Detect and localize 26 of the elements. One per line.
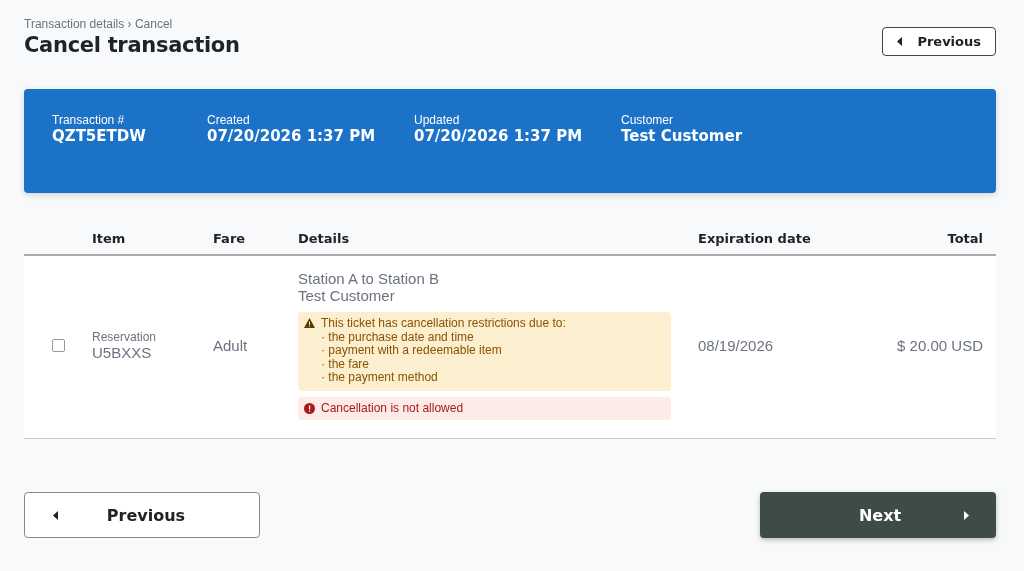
alert-text: This ticket has cancellation restrictions due to: — [321, 317, 566, 331]
alert-item: · payment with a redeemable item — [321, 344, 502, 358]
summary-value: Test Customer — [621, 127, 743, 145]
route-text: Station A to Station B — [298, 270, 439, 287]
summary-label: Transaction # — [52, 113, 125, 127]
total-cell: $ 20.00 USD — [897, 336, 983, 354]
alert-item: · the fare — [321, 357, 370, 371]
customer-text: Test Customer — [298, 287, 395, 304]
page-title: Cancel transaction — [24, 33, 240, 57]
item-code: U5BXXS — [92, 343, 152, 361]
alert-item: · the payment method — [321, 371, 438, 385]
summary-label: Created — [207, 113, 250, 127]
summary-label: Customer — [621, 113, 673, 127]
breadcrumb[interactable]: Transaction details › Cancel — [24, 17, 240, 31]
summary-value: QZT5ETDW — [52, 127, 146, 145]
next-button[interactable]: Next — [760, 492, 996, 538]
fare-cell: Adult — [213, 336, 248, 354]
expiration-cell: 08/19/2026 — [698, 336, 774, 354]
alert-item: · the purchase date and time — [321, 330, 474, 344]
previous-button[interactable]: Previous — [882, 27, 996, 56]
summary-value: 07/20/2026 1:37 PM — [207, 127, 376, 145]
summary-label: Updated — [414, 113, 460, 127]
alert-text: Cancellation is not allowed — [321, 401, 464, 415]
item-type: Reservation — [92, 329, 157, 344]
previous-button[interactable]: Previous — [24, 492, 260, 538]
summary-value: 07/20/2026 1:37 PM — [414, 127, 583, 145]
